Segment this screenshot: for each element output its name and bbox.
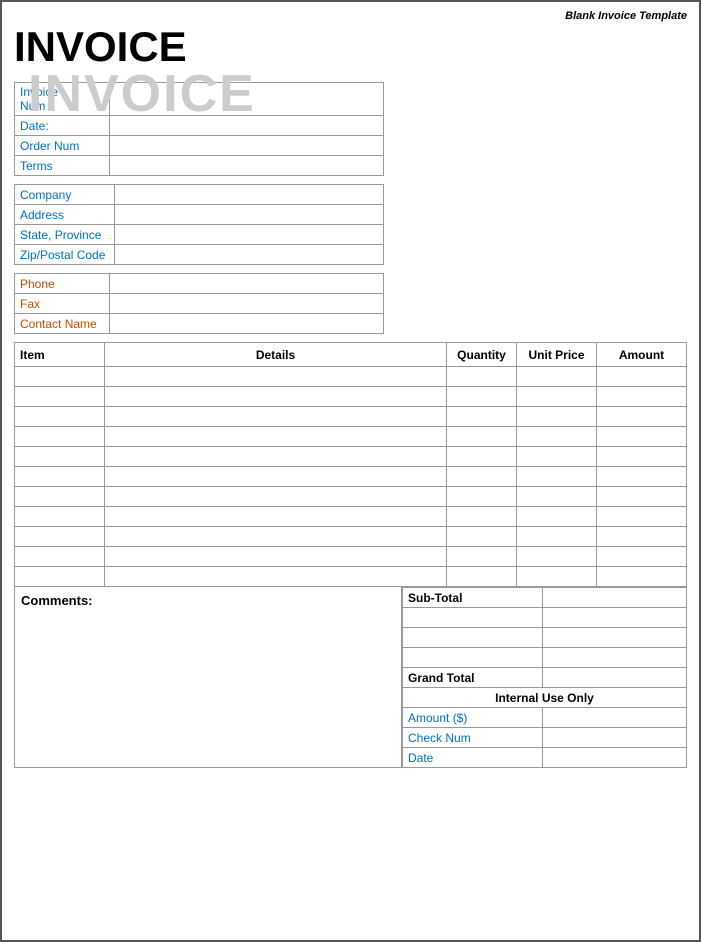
company-label: Company xyxy=(15,185,115,205)
state-label: State, Province xyxy=(15,225,115,245)
contact-info-table: Phone Fax Contact Name xyxy=(14,273,384,334)
table-row xyxy=(15,527,687,547)
table-row xyxy=(15,567,687,587)
internal-use-header-row: Internal Use Only xyxy=(403,688,687,708)
fax-row: Fax xyxy=(15,294,384,314)
address-label: Address xyxy=(15,205,115,225)
subtotal-label: Sub-Total xyxy=(403,588,543,608)
state-value[interactable] xyxy=(114,225,383,245)
phone-row: Phone xyxy=(15,274,384,294)
blank-totals-row-3 xyxy=(403,648,687,668)
details-header: Details xyxy=(105,343,447,367)
address-row: Address xyxy=(15,205,384,225)
grand-total-label: Grand Total xyxy=(403,668,543,688)
unit-price-header: Unit Price xyxy=(517,343,597,367)
company-info-table: Company Address State, Province Zip/Post… xyxy=(14,184,384,265)
contact-name-row: Contact Name xyxy=(15,314,384,334)
zip-label: Zip/Postal Code xyxy=(15,245,115,265)
state-row: State, Province xyxy=(15,225,384,245)
table-row xyxy=(15,487,687,507)
quantity-header: Quantity xyxy=(447,343,517,367)
order-num-label: Order Num xyxy=(15,136,110,156)
phone-value[interactable] xyxy=(109,274,383,294)
terms-value[interactable] xyxy=(109,156,383,176)
terms-row: Terms xyxy=(15,156,384,176)
contact-name-value[interactable] xyxy=(109,314,383,334)
contact-name-label: Contact Name xyxy=(15,314,110,334)
company-value[interactable] xyxy=(114,185,383,205)
amount-row: Amount ($) xyxy=(403,708,687,728)
check-num-row: Check Num xyxy=(403,728,687,748)
blank-totals-row-1 xyxy=(403,608,687,628)
subtotal-row: Sub-Total xyxy=(403,588,687,608)
table-row xyxy=(15,547,687,567)
table-row xyxy=(15,427,687,447)
check-num-value[interactable] xyxy=(542,728,686,748)
template-label: Blank Invoice Template xyxy=(14,10,687,22)
order-num-value[interactable] xyxy=(109,136,383,156)
amount-header: Amount xyxy=(597,343,687,367)
company-row: Company xyxy=(15,185,384,205)
totals-section: Sub-Total Grand Total Internal Use Only xyxy=(402,587,687,768)
table-row xyxy=(15,367,687,387)
check-num-label: Check Num xyxy=(403,728,543,748)
invoice-watermark: INVOICE xyxy=(28,64,256,124)
table-row xyxy=(15,507,687,527)
items-table: Item Details Quantity Unit Price Amount xyxy=(14,342,687,587)
item-header: Item xyxy=(15,343,105,367)
fax-label: Fax xyxy=(15,294,110,314)
zip-row: Zip/Postal Code xyxy=(15,245,384,265)
address-value[interactable] xyxy=(114,205,383,225)
page-title: INVOICE xyxy=(14,26,687,68)
internal-date-row: Date xyxy=(403,748,687,768)
table-row xyxy=(15,467,687,487)
comments-label: Comments: xyxy=(21,593,93,608)
bottom-section: Comments: Sub-Total Grand Total xyxy=(14,587,687,768)
grand-total-value[interactable] xyxy=(542,668,686,688)
blank-totals-row-2 xyxy=(403,628,687,648)
subtotal-value[interactable] xyxy=(542,588,686,608)
grand-total-row: Grand Total xyxy=(403,668,687,688)
internal-date-label: Date xyxy=(403,748,543,768)
fax-value[interactable] xyxy=(109,294,383,314)
order-num-row: Order Num xyxy=(15,136,384,156)
comments-area[interactable]: Comments: xyxy=(14,587,402,768)
terms-label: Terms xyxy=(15,156,110,176)
table-row xyxy=(15,407,687,427)
zip-value[interactable] xyxy=(114,245,383,265)
internal-date-value[interactable] xyxy=(542,748,686,768)
amount-label: Amount ($) xyxy=(403,708,543,728)
phone-label: Phone xyxy=(15,274,110,294)
internal-use-label: Internal Use Only xyxy=(403,688,687,708)
amount-value[interactable] xyxy=(542,708,686,728)
table-row xyxy=(15,447,687,467)
table-row xyxy=(15,387,687,407)
